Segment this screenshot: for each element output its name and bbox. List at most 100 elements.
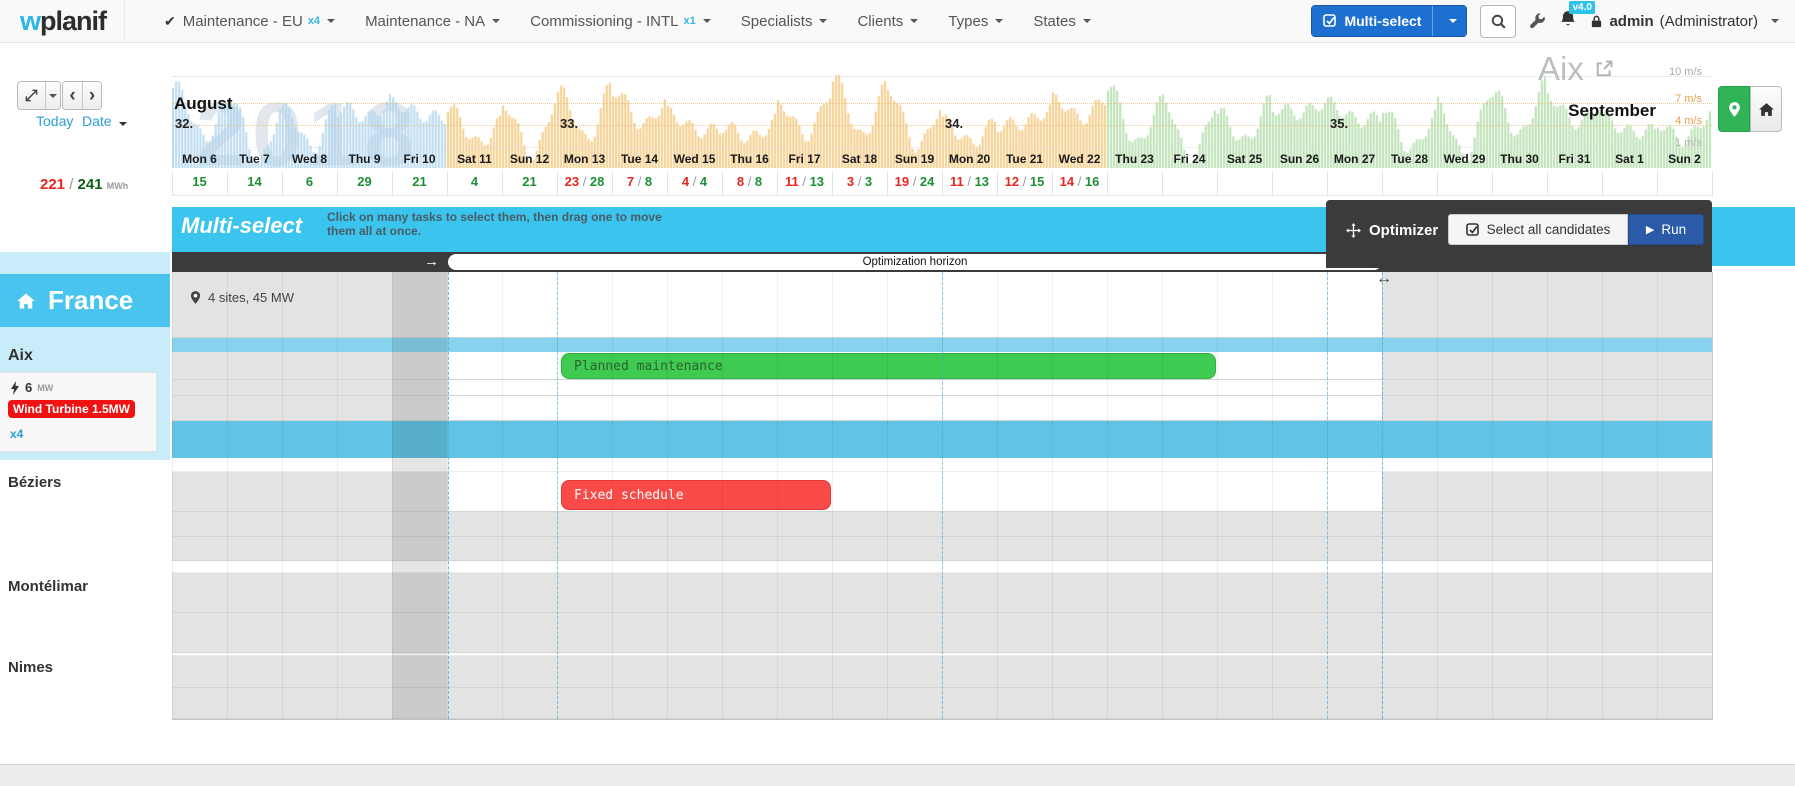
week-label: 32. (175, 116, 193, 131)
nav-item-commissioning-intl[interactable]: Commissioning - INTLx1 (515, 0, 726, 43)
day-label: Fri 17 (777, 152, 832, 166)
horizontal-scrollbar-track[interactable] (0, 764, 1795, 786)
chevron-down-icon (1083, 19, 1091, 23)
settings-button[interactable] (1529, 13, 1546, 30)
nav-item-specialists[interactable]: Specialists (726, 0, 843, 43)
resize-cursor-icon: ↔ (1376, 270, 1392, 288)
chevron-down-icon (910, 19, 918, 23)
user-name: admin (1609, 13, 1653, 30)
today-link[interactable]: Today (36, 113, 73, 129)
fit-range-button[interactable] (18, 82, 45, 109)
optimizer-panel: Optimizer Select all candidates ▶ Run (1326, 200, 1712, 268)
nav-item-types[interactable]: Types (933, 0, 1018, 43)
optimization-horizon-bar[interactable]: Optimization horizon (448, 254, 1382, 270)
notifications-button[interactable]: v4.0 (1559, 10, 1577, 32)
chevron-down-icon (1771, 19, 1779, 23)
daily-count: 12 / 15 (997, 174, 1052, 189)
site-label-aix[interactable]: Aix (8, 347, 33, 365)
nav-item-states[interactable]: States (1018, 0, 1106, 43)
day-label: Mon 13 (557, 152, 612, 166)
home-icon (1758, 102, 1775, 117)
banner-title: Multi-select (181, 213, 302, 239)
version-badge: v4.0 (1569, 1, 1594, 14)
checkbox-icon (1466, 223, 1480, 237)
daily-count: 4 / 4 (667, 174, 722, 189)
wind-scale-gridline (172, 125, 1712, 126)
play-icon: ▶ (1646, 223, 1654, 236)
app-logo[interactable]: wplanif (20, 0, 125, 43)
day-label: Tue 14 (612, 152, 667, 166)
chevron-down-icon (703, 19, 711, 23)
daily-count: 14 (227, 174, 282, 189)
day-label: Thu 23 (1107, 152, 1162, 166)
map-view-button[interactable] (1718, 86, 1750, 132)
site-label-mont-limar[interactable]: Montélimar (8, 578, 88, 595)
grid-right-border (1712, 272, 1713, 719)
banner-hint: Click on many tasks to select them, then… (327, 210, 662, 238)
production-value: 221 (40, 176, 65, 193)
wind-scale-label: 7 m/s (1632, 93, 1702, 105)
prev-period-button[interactable]: ‹ (63, 82, 82, 109)
day-label: Thu 16 (722, 152, 777, 166)
nav-item-maintenance-eu[interactable]: ✔Maintenance - EUx4 (149, 0, 350, 43)
logo-rest: planif (40, 6, 106, 37)
wind-scale-gridline (172, 76, 1712, 77)
task-bar-fixed-schedule[interactable]: Fixed schedule (561, 480, 831, 510)
day-label: Sun 26 (1272, 152, 1327, 166)
machine-type-badge[interactable]: Wind Turbine 1.5MW (8, 400, 135, 418)
daily-count: 11 / 13 (942, 174, 997, 189)
machine-card-aix: 6MW Wind Turbine 1.5MW x4 (0, 372, 157, 452)
select-all-candidates-button[interactable]: Select all candidates (1448, 214, 1628, 245)
horizon-left-arrow[interactable]: → (424, 252, 439, 272)
home-view-button[interactable] (1750, 86, 1782, 132)
next-period-button[interactable]: › (82, 82, 101, 109)
wind-scale-gridline (172, 147, 1712, 148)
wind-scale-label: 4 m/s (1632, 115, 1702, 127)
day-label: Fri 24 (1162, 152, 1217, 166)
range-caret-button[interactable] (45, 82, 60, 109)
day-label: Thu 30 (1492, 152, 1547, 166)
week-label: 33. (560, 116, 578, 131)
horizon-edge-line (448, 272, 449, 719)
nav-item-clients[interactable]: Clients (842, 0, 933, 43)
multi-select-mode-button[interactable]: Multi-select (1311, 5, 1467, 37)
zoom-range-button-group (17, 81, 61, 110)
site-label-b-ziers[interactable]: Béziers (8, 474, 61, 491)
lock-icon (1590, 14, 1603, 29)
day-label: Mon 6 (172, 152, 227, 166)
chevron-down-icon (49, 94, 57, 98)
user-menu[interactable]: admin (Administrator) (1590, 13, 1779, 30)
open-site-icon[interactable] (1594, 59, 1614, 79)
search-button[interactable] (1480, 5, 1516, 38)
day-label: Sun 2 (1657, 152, 1712, 166)
run-optimizer-button[interactable]: ▶ Run (1628, 214, 1704, 245)
daily-count: 21 (502, 174, 557, 189)
task-bar-planned-maintenance[interactable]: Planned maintenance (561, 353, 1216, 379)
group-header-france[interactable]: France (0, 274, 170, 327)
daily-count: 19 / 24 (887, 174, 942, 189)
day-label: Sat 1 (1602, 152, 1657, 166)
chevron-down-icon (819, 19, 827, 23)
home-icon (16, 292, 36, 310)
day-label: Sun 19 (887, 152, 942, 166)
multi-select-caret[interactable] (1432, 6, 1466, 36)
daily-count: 29 (337, 174, 392, 189)
group-name: France (48, 285, 133, 316)
month-label-august: August (174, 94, 233, 114)
site-label-nimes[interactable]: Nimes (8, 659, 53, 676)
day-label: Sun 12 (502, 152, 557, 166)
day-label: Wed 15 (667, 152, 722, 166)
chevron-left-icon: ‹ (69, 86, 75, 105)
day-label: Fri 31 (1547, 152, 1602, 166)
day-label: Mon 27 (1327, 152, 1382, 166)
chevron-down-icon (492, 19, 500, 23)
production-summary: 221 / 241 MWh (40, 176, 128, 193)
daily-count: 3 / 3 (832, 174, 887, 189)
chevron-down-icon (1449, 19, 1457, 23)
machine-count[interactable]: x4 (10, 427, 23, 441)
nav-items: ✔Maintenance - EUx4Maintenance - NACommi… (149, 0, 1106, 43)
wind-scale-gridline (172, 103, 1712, 104)
date-link[interactable]: Date (82, 113, 127, 129)
nav-item-maintenance-na[interactable]: Maintenance - NA (350, 0, 515, 43)
day-label: Mon 20 (942, 152, 997, 166)
